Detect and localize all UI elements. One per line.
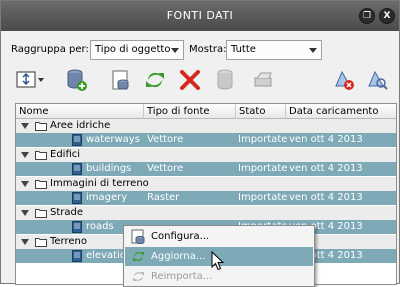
- menu-item-configure[interactable]: Configura...: [125, 227, 313, 246]
- show-select[interactable]: Tutte: [226, 40, 322, 60]
- menu-item-label: Configura...: [151, 231, 210, 242]
- table-row[interactable]: waterways Vettore Importate ven ott 4 20…: [16, 133, 396, 147]
- group-by-select[interactable]: Tipo di oggetto: [90, 40, 184, 60]
- expand-arrow-icon[interactable]: [21, 123, 29, 129]
- group-by-value: Tipo di oggetto: [95, 44, 171, 55]
- add-database-icon[interactable]: [65, 68, 89, 92]
- cell-state: Importate: [238, 192, 288, 203]
- export-icon[interactable]: [251, 68, 275, 92]
- show-value: Tutte: [231, 44, 256, 55]
- group-label: Aree idriche: [50, 120, 111, 131]
- cell-state: Importate: [238, 134, 288, 145]
- document-icon: [72, 192, 82, 204]
- menu-item-label: Reimporta...: [151, 271, 213, 282]
- cell-state: Importate: [238, 163, 288, 174]
- expand-arrow-icon[interactable]: [21, 239, 29, 245]
- column-header-name[interactable]: Nome: [16, 104, 144, 119]
- cell-load-date: ven ott 4 2013: [289, 134, 363, 145]
- add-symbol-icon[interactable]: [332, 68, 356, 92]
- expand-arrow-icon[interactable]: [21, 181, 29, 187]
- configure-icon: [131, 229, 145, 244]
- cell-name: buildings: [86, 163, 132, 174]
- search-symbol-icon[interactable]: [365, 68, 389, 92]
- cell-load-date: ven ott 4 2013: [289, 192, 363, 203]
- document-icon: [72, 250, 82, 262]
- folder-icon: [35, 122, 47, 131]
- cell-source-type: Vettore: [147, 134, 184, 145]
- group-label: Edifici: [50, 149, 81, 160]
- table-row[interactable]: buildings Vettore Importate ven ott 4 20…: [16, 162, 396, 176]
- chevron-down-icon: [309, 48, 317, 53]
- properties-icon[interactable]: [109, 68, 133, 92]
- menu-item-label: Aggiorna...: [151, 251, 206, 262]
- data-sources-window: FONTI DATI ❐ X Raggruppa per: Tipo di og…: [0, 0, 400, 287]
- float-window-icon[interactable]: ❐: [359, 8, 375, 24]
- cell-name: waterways: [86, 134, 140, 145]
- reimport-icon: [133, 272, 144, 281]
- cell-source-type: Raster: [147, 192, 180, 203]
- column-header-source-type[interactable]: Tipo di fonte: [144, 104, 236, 119]
- close-window-icon[interactable]: X: [379, 8, 395, 24]
- document-icon: [72, 163, 82, 175]
- expand-arrow-icon[interactable]: [21, 210, 29, 216]
- group-row[interactable]: Edifici: [16, 148, 396, 162]
- column-header-load-date[interactable]: Data caricamento: [286, 104, 396, 119]
- group-label: Immagini di terreno: [50, 178, 149, 189]
- chevron-down-icon: [171, 48, 179, 53]
- title-bar[interactable]: FONTI DATI ❐ X: [1, 1, 399, 31]
- group-row[interactable]: Aree idriche: [16, 119, 396, 133]
- show-label: Mostra:: [189, 44, 227, 55]
- folder-icon: [35, 238, 47, 247]
- folder-icon: [35, 180, 47, 189]
- window-title: FONTI DATI: [166, 9, 234, 22]
- refresh-icon: [133, 252, 144, 261]
- document-icon: [72, 221, 82, 233]
- table-row[interactable]: imagery Raster Importate ven ott 4 2013: [16, 191, 396, 205]
- group-label: Terreno: [50, 236, 87, 247]
- folder-icon: [35, 209, 47, 218]
- cell-load-date: ven ott 4 2013: [289, 163, 363, 174]
- remove-icon[interactable]: [178, 68, 202, 92]
- expand-arrow-icon[interactable]: [21, 152, 29, 158]
- group-by-label: Raggruppa per:: [11, 44, 89, 55]
- column-header-state[interactable]: Stato: [236, 104, 286, 119]
- folder-icon: [35, 151, 47, 160]
- document-icon: [72, 134, 82, 146]
- group-row[interactable]: Strade: [16, 206, 396, 220]
- cell-name: imagery: [86, 192, 128, 203]
- view-toggle-icon[interactable]: [15, 68, 44, 92]
- database-disabled-icon: [213, 68, 237, 92]
- refresh-icon[interactable]: [143, 68, 167, 92]
- cell-name: roads: [86, 221, 114, 232]
- mouse-cursor-icon: [211, 251, 225, 271]
- group-label: Strade: [50, 207, 84, 218]
- group-row[interactable]: Immagini di terreno: [16, 177, 396, 191]
- cell-source-type: Vettore: [147, 163, 184, 174]
- table-header: Nome Tipo di fonte Stato Data caricament…: [16, 104, 396, 119]
